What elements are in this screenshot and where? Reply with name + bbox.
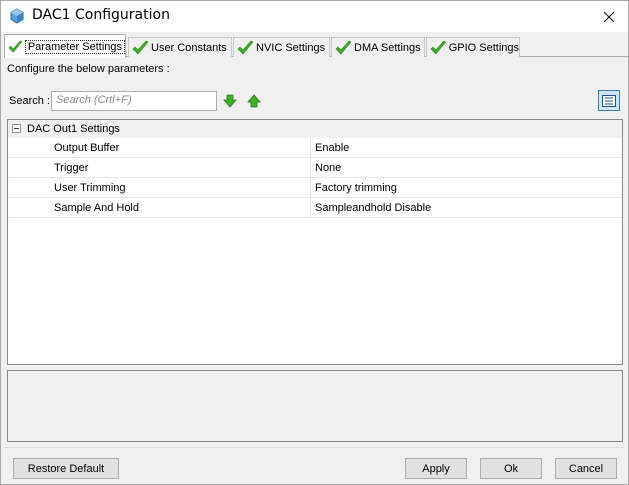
- tab-label: GPIO Settings: [448, 41, 519, 54]
- search-input[interactable]: Search (Crtl+F): [51, 91, 217, 111]
- column-divider: [310, 138, 311, 157]
- parameter-value[interactable]: Sampleandhold Disable: [315, 202, 431, 214]
- button-bar-separator: [4, 447, 624, 448]
- parameter-name: Output Buffer: [54, 142, 120, 154]
- tab-user-constants[interactable]: User Constants: [128, 37, 232, 57]
- parameter-row-user-trimming[interactable]: User Trimming Factory trimming: [8, 178, 622, 198]
- parameter-row-trigger[interactable]: Trigger None: [8, 158, 622, 178]
- restore-default-button[interactable]: Restore Default: [13, 458, 119, 479]
- green-check-icon: [430, 40, 447, 54]
- tab-parameter-settings[interactable]: Parameter Settings: [4, 34, 126, 58]
- parameter-tree: DAC Out1 Settings Output Buffer Enable T…: [7, 119, 623, 365]
- window-title: DAC1 Configuration: [32, 7, 170, 23]
- search-previous-up-arrow-icon[interactable]: [247, 94, 261, 108]
- parameter-settings-panel: Configure the below parameters : Search …: [4, 57, 627, 450]
- tab-label: DMA Settings: [354, 41, 421, 54]
- close-button[interactable]: [594, 1, 624, 32]
- tab-nvic-settings[interactable]: NVIC Settings: [233, 37, 330, 57]
- green-check-icon: [8, 40, 23, 53]
- parameter-value[interactable]: Factory trimming: [315, 182, 397, 194]
- apply-button[interactable]: Apply: [405, 458, 467, 479]
- tab-label: User Constants: [151, 41, 227, 54]
- green-check-icon: [335, 40, 352, 54]
- column-divider: [310, 198, 311, 217]
- search-next-down-arrow-icon[interactable]: [223, 94, 237, 108]
- tab-strip: Parameter Settings User Constants NVIC S…: [4, 34, 628, 58]
- ok-button[interactable]: Ok: [480, 458, 542, 479]
- column-divider: [310, 158, 311, 177]
- cancel-button[interactable]: Cancel: [555, 458, 617, 479]
- group-label: DAC Out1 Settings: [27, 123, 120, 135]
- parameter-value[interactable]: None: [315, 162, 341, 174]
- collapse-icon[interactable]: [12, 124, 21, 133]
- column-divider: [310, 178, 311, 197]
- parameter-row-sample-and-hold[interactable]: Sample And Hold Sampleandhold Disable: [8, 198, 622, 218]
- parameter-description-box: [7, 370, 623, 442]
- parameter-value[interactable]: Enable: [315, 142, 349, 154]
- cube-app-icon: [10, 8, 24, 24]
- green-check-icon: [132, 40, 149, 54]
- parameter-name: Sample And Hold: [54, 202, 139, 214]
- tab-dma-settings[interactable]: DMA Settings: [331, 37, 425, 57]
- tab-label: NVIC Settings: [256, 41, 326, 54]
- close-icon: [603, 11, 615, 22]
- tab-gpio-settings[interactable]: GPIO Settings: [426, 37, 520, 57]
- green-check-icon: [237, 40, 254, 54]
- parameter-row-output-buffer[interactable]: Output Buffer Enable: [8, 138, 622, 158]
- title-bar: DAC1 Configuration: [1, 1, 628, 32]
- tab-label: Parameter Settings: [24, 39, 125, 54]
- parameter-name: Trigger: [54, 162, 89, 174]
- list-view-icon: [602, 94, 616, 107]
- search-label: Search :: [9, 95, 50, 107]
- parameter-name: User Trimming: [54, 182, 126, 194]
- tree-group-row[interactable]: DAC Out1 Settings: [8, 120, 622, 138]
- list-view-toggle-button[interactable]: [598, 90, 620, 111]
- dac1-configuration-dialog: DAC1 Configuration Parameter Settings Us…: [0, 0, 629, 485]
- instructions-text: Configure the below parameters :: [7, 63, 170, 75]
